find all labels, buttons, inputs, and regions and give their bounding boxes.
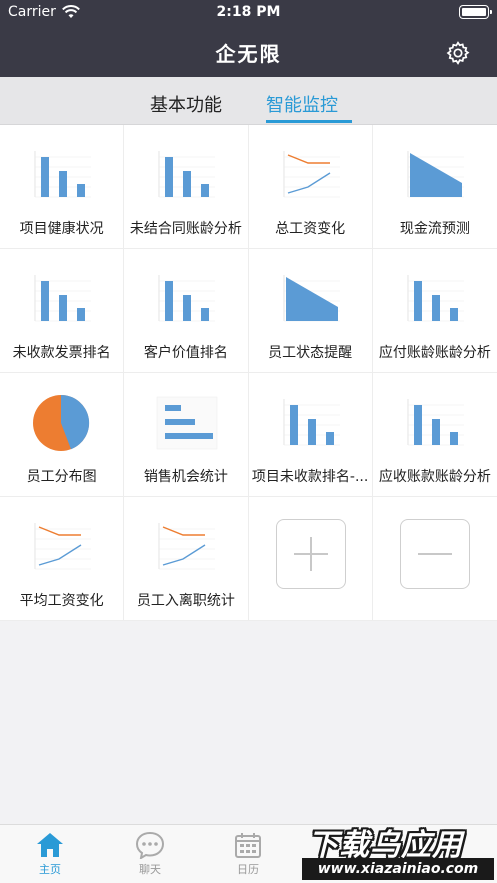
grid-item[interactable]: 应收账款账龄分析 (372, 373, 497, 497)
line-chart-thumbnail (158, 523, 216, 570)
grid-item[interactable]: 未结合同账龄分析 (124, 125, 249, 249)
grid-item[interactable]: 员工分布图 (0, 373, 125, 497)
grid-item-label: 应收账款账龄分析 (378, 469, 491, 485)
segment-tabs: 基本功能 智能监控 (0, 77, 497, 125)
remove-item-cell[interactable] (372, 497, 497, 621)
area-chart-thumbnail (283, 275, 340, 322)
grid-item-label: 项目未收款排名-... (251, 469, 369, 485)
line-chart-thumbnail (34, 523, 91, 570)
grid-item[interactable]: 应付账龄账龄分析 (372, 249, 497, 373)
bar-chart-thumbnail (407, 275, 464, 322)
grid-item-label: 总工资变化 (275, 221, 346, 237)
plus-icon[interactable] (275, 519, 346, 589)
add-item-cell[interactable] (248, 497, 373, 621)
tab-smart-monitoring[interactable]: 智能监控 (266, 91, 338, 117)
status-bar: Carrier 2:18 PM (0, 0, 497, 24)
tabbar-label: 日历 (237, 863, 259, 876)
pie-chart-thumbnail (33, 395, 90, 451)
tabbar-item-chat[interactable]: 聊天 (120, 831, 180, 877)
chat-icon (135, 831, 165, 859)
battery-icon (459, 5, 492, 19)
grid-item-label: 未结合同账龄分析 (129, 221, 242, 237)
navigation-bar: Carrier 2:18 PM 企无限 (0, 0, 497, 77)
grid-item[interactable]: 项目未收款排名-... (248, 373, 373, 497)
gear-icon[interactable] (445, 40, 471, 66)
tabbar-label: 聊天 (139, 863, 161, 876)
grid-item[interactable]: 项目健康状况 (0, 125, 125, 249)
grid-item-label: 员工状态提醒 (268, 345, 353, 361)
grid-item-label: 现金流预测 (399, 221, 470, 237)
area-chart-thumbnail (407, 151, 464, 198)
minus-icon[interactable] (399, 519, 470, 589)
hbar-chart-thumbnail (156, 396, 218, 450)
page-title: 企无限 (215, 42, 282, 66)
tabbar-item-calendar[interactable]: 日历 (218, 831, 278, 877)
monitor-grid: 项目健康状况 未结合同账龄分析 总工资变化 现金流预测未收款发票排名 客户价值排名 员工状… (0, 125, 497, 621)
line-chart-thumbnail (283, 151, 340, 198)
grid-item[interactable]: 员工入离职统计 (124, 497, 249, 621)
tab-selected-indicator (266, 120, 352, 123)
grid-item-label: 未收款发票排名 (12, 345, 111, 361)
bar-chart-thumbnail (283, 399, 340, 446)
grid-item-label: 平均工资变化 (19, 593, 104, 609)
bar-chart-thumbnail (158, 151, 216, 198)
tab-basic-functions[interactable]: 基本功能 (150, 91, 222, 117)
grid-item[interactable]: 总工资变化 (248, 125, 373, 249)
watermark: 下载乌应用 www.xiazainiao.com (300, 820, 497, 883)
grid-item[interactable]: 客户价值排名 (124, 249, 249, 373)
bar-chart-thumbnail (34, 151, 91, 198)
grid-item[interactable]: 销售机会统计 (124, 373, 249, 497)
grid-item-label: 项目健康状况 (19, 221, 104, 237)
grid-item[interactable]: 未收款发票排名 (0, 249, 125, 373)
tabbar-label: 主页 (39, 863, 61, 876)
grid-item-label: 销售机会统计 (143, 469, 228, 485)
bar-chart-thumbnail (34, 275, 91, 322)
clock: 2:18 PM (216, 4, 281, 20)
calendar-icon (235, 833, 261, 858)
grid-item[interactable]: 员工状态提醒 (248, 249, 373, 373)
bar-chart-thumbnail (158, 275, 216, 322)
grid-item[interactable]: 平均工资变化 (0, 497, 125, 621)
bar-chart-thumbnail (407, 399, 464, 446)
grid-item-label: 员工入离职统计 (136, 593, 235, 609)
watermark-url: www.xiazainiao.com (302, 858, 494, 880)
home-icon (37, 833, 63, 857)
grid-item-label: 员工分布图 (26, 469, 97, 485)
tabbar-item-home[interactable]: 主页 (20, 831, 80, 877)
grid-item[interactable]: 现金流预测 (372, 125, 497, 249)
grid-item-label: 应付账龄账龄分析 (378, 345, 491, 361)
grid-item-label: 客户价值排名 (143, 345, 228, 361)
